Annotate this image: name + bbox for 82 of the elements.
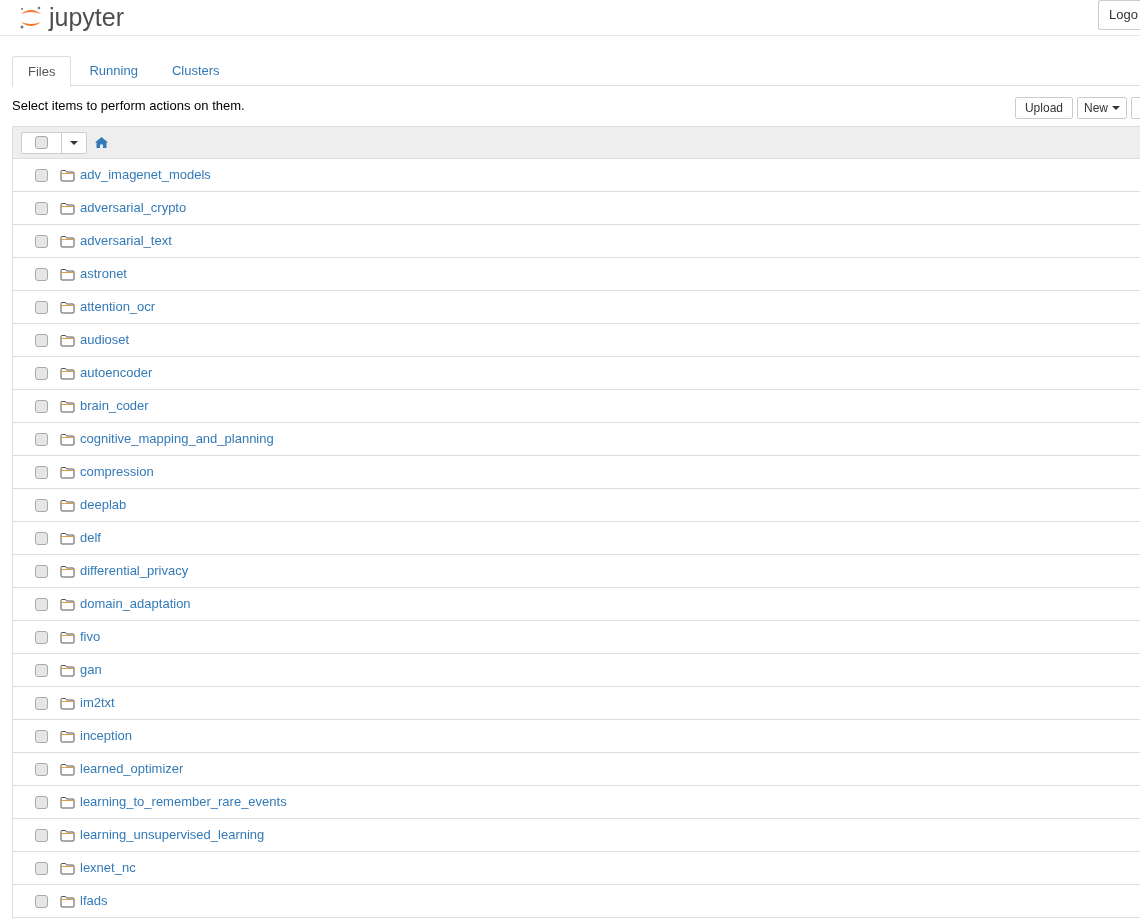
home-icon[interactable] bbox=[95, 137, 108, 148]
checkbox[interactable] bbox=[35, 663, 48, 677]
checkbox[interactable] bbox=[35, 333, 48, 347]
folder-icon bbox=[60, 729, 75, 743]
folder-icon bbox=[60, 795, 75, 809]
checkbox[interactable] bbox=[35, 828, 48, 842]
folder-icon bbox=[60, 366, 75, 380]
folder-icon bbox=[60, 597, 75, 611]
checkbox[interactable] bbox=[35, 696, 48, 710]
checkbox[interactable] bbox=[35, 762, 48, 776]
folder-link[interactable]: deeplab bbox=[80, 495, 127, 515]
checkbox[interactable] bbox=[35, 267, 48, 281]
folder-icon bbox=[60, 465, 75, 479]
checkbox[interactable] bbox=[35, 366, 48, 380]
folder-icon bbox=[60, 201, 75, 215]
folder-icon bbox=[60, 663, 75, 677]
folder-link[interactable]: learning_to_remember_rare_events bbox=[80, 792, 287, 812]
tab[interactable]: Running bbox=[73, 56, 154, 86]
folder-icon bbox=[60, 861, 75, 875]
checkbox[interactable] bbox=[35, 300, 48, 314]
folder-icon bbox=[60, 828, 75, 842]
folder-icon bbox=[60, 267, 75, 281]
folder-link[interactable]: differential_privacy bbox=[80, 561, 189, 581]
folder-icon bbox=[60, 234, 75, 248]
caret-icon bbox=[70, 140, 78, 145]
folder-link[interactable]: domain_adaptation bbox=[80, 594, 191, 614]
folder-link[interactable]: compression bbox=[80, 462, 154, 482]
checkbox[interactable] bbox=[35, 465, 48, 479]
checkbox[interactable] bbox=[35, 564, 48, 578]
folder-icon bbox=[60, 300, 75, 314]
folder-icon bbox=[60, 168, 75, 182]
folder-link[interactable]: adversarial_crypto bbox=[80, 198, 187, 218]
checkbox[interactable] bbox=[35, 136, 48, 149]
folder-link[interactable]: lfads bbox=[80, 891, 108, 911]
folder-icon bbox=[60, 531, 75, 545]
folder-icon bbox=[60, 630, 75, 644]
folder-link[interactable]: audioset bbox=[80, 330, 130, 350]
folder-link[interactable]: astronet bbox=[80, 264, 127, 284]
checkbox[interactable] bbox=[35, 168, 48, 182]
folder-link[interactable]: delf bbox=[80, 528, 101, 548]
checkbox[interactable] bbox=[35, 531, 48, 545]
checkbox[interactable] bbox=[35, 597, 48, 611]
folder-link[interactable]: learning_unsupervised_learning bbox=[80, 825, 265, 845]
folder-icon bbox=[60, 894, 75, 908]
folder-link[interactable]: lexnet_nc bbox=[80, 858, 136, 878]
new-button[interactable]: New bbox=[1077, 97, 1127, 119]
folder-link[interactable]: brain_coder bbox=[80, 396, 149, 416]
folder-link[interactable]: adversarial_text bbox=[80, 231, 172, 251]
tab[interactable]: Files bbox=[12, 56, 72, 87]
folder-link[interactable]: gan bbox=[80, 660, 102, 680]
checkbox[interactable] bbox=[35, 894, 48, 908]
folder-icon bbox=[60, 333, 75, 347]
checkbox[interactable] bbox=[35, 861, 48, 875]
instruction-text: Select items to perform actions on them. bbox=[12, 97, 245, 116]
folder-link[interactable]: cognitive_mapping_and_planning bbox=[80, 429, 274, 449]
checkbox[interactable] bbox=[35, 399, 48, 413]
checkbox[interactable] bbox=[35, 498, 48, 512]
folder-icon bbox=[60, 399, 75, 413]
caret-icon bbox=[1112, 106, 1120, 110]
folder-link[interactable]: im2txt bbox=[80, 693, 115, 713]
folder-link[interactable]: learned_optimizer bbox=[80, 759, 184, 779]
upload-button[interactable]: Upload bbox=[1014, 97, 1073, 119]
checkbox[interactable] bbox=[35, 630, 48, 644]
folder-icon bbox=[60, 762, 75, 776]
tab[interactable]: Clusters bbox=[155, 56, 236, 86]
folder-link[interactable]: adv_imagenet_models bbox=[80, 165, 211, 185]
folder-icon bbox=[60, 498, 75, 512]
logo-text: jupyter bbox=[49, 5, 125, 30]
folder-link[interactable]: autoencoder bbox=[80, 363, 153, 383]
folder-link[interactable]: attention_ocr bbox=[80, 297, 156, 317]
checkbox[interactable] bbox=[35, 201, 48, 215]
folder-link[interactable]: inception bbox=[80, 726, 133, 746]
folder-link[interactable]: fivo bbox=[80, 627, 101, 647]
checkbox[interactable] bbox=[35, 729, 48, 743]
checkbox[interactable] bbox=[35, 234, 48, 248]
folder-icon bbox=[60, 696, 75, 710]
checkbox[interactable] bbox=[35, 795, 48, 809]
checkbox[interactable] bbox=[35, 432, 48, 446]
folder-icon bbox=[60, 564, 75, 578]
folder-icon bbox=[60, 432, 75, 446]
logout-button[interactable]: Logo bbox=[1098, 0, 1140, 30]
logo-icon bbox=[19, 4, 43, 31]
